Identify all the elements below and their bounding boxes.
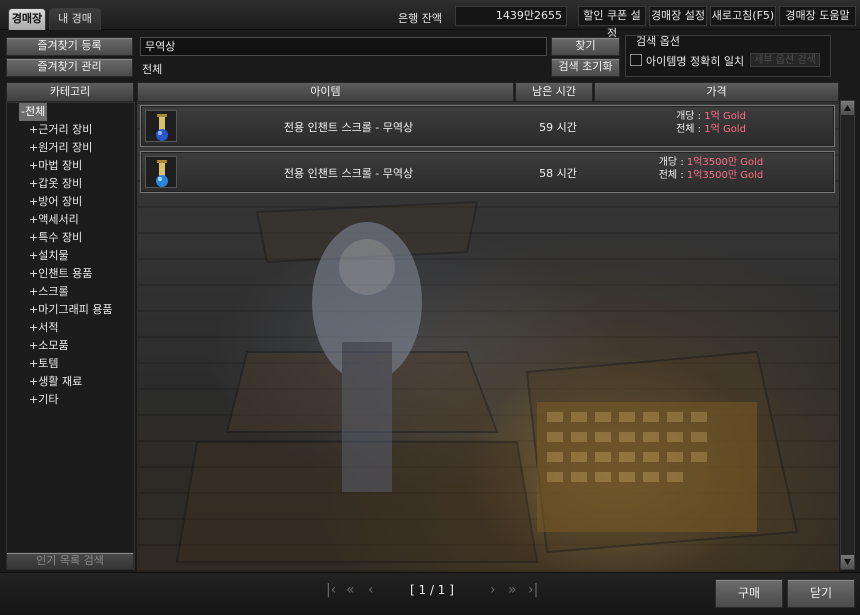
total-price-label: 전체 : — [658, 170, 684, 181]
next-page-icon[interactable]: › — [490, 582, 496, 598]
category-item-book[interactable]: +서적 — [29, 319, 58, 337]
listing-item-name: 전용 인챈트 스크롤 - 무역상 — [283, 167, 414, 180]
page-indicator: [ 1 / 1 ] — [410, 583, 454, 597]
discount-coupon-setting-link[interactable]: 할인 쿠폰 설정 — [578, 6, 646, 40]
listing-time-left: 58 시간 — [539, 167, 577, 180]
category-item-life-material[interactable]: +생활 재료 — [29, 373, 82, 391]
enchant-scroll-icon — [145, 110, 177, 142]
exact-match-label: 아이템명 정확히 일치 — [646, 55, 745, 68]
total-price-value: 1억3500만 Gold — [686, 170, 764, 181]
category-item-special[interactable]: +특수 장비 — [29, 229, 82, 247]
listing-scrollbar[interactable] — [840, 100, 855, 570]
detail-option-search-button[interactable]: 세부 옵션 검색 — [750, 53, 820, 67]
category-item-enchant[interactable]: +인챈트 용품 — [29, 265, 92, 283]
category-item-installation[interactable]: +설치물 — [29, 247, 69, 265]
buy-button[interactable]: 구매 — [715, 579, 783, 608]
popular-item-search-button[interactable]: 인기 목록 검색 — [6, 552, 134, 570]
prev-ten-pages-icon[interactable]: « — [346, 582, 355, 598]
search-input[interactable]: 무역상 — [140, 37, 547, 56]
unit-price-value: 1억3500만 Gold — [686, 157, 764, 168]
listing-row[interactable]: 전용 인챈트 스크롤 - 무역상 59 시간 개당 : 1억 Gold 전체 :… — [140, 105, 835, 147]
title-bar: 경매장 내 경매 은행 잔액 1439만2655 할인 쿠폰 설정 경매장 설정… — [0, 0, 860, 40]
auction-help-link[interactable]: 경매장 도움말 — [779, 6, 856, 26]
category-header: 카테고리 — [6, 82, 134, 102]
category-item-melee[interactable]: +근거리 장비 — [29, 121, 92, 139]
category-item-all[interactable]: -전체 — [19, 103, 48, 121]
category-item-totem[interactable]: +토템 — [29, 355, 58, 373]
register-favorite-button[interactable]: 즐겨찾기 등록 — [6, 37, 133, 56]
refresh-link[interactable]: 새로고침(F5) — [710, 6, 776, 26]
search-category-label: 전체 — [142, 63, 163, 76]
last-page-icon[interactable]: ›| — [528, 582, 538, 598]
search-options-panel: 검색 옵션 아이템명 정확히 일치 세부 옵션 검색 — [625, 35, 831, 77]
listing-item-name: 전용 인챈트 스크롤 - 무역상 — [283, 121, 414, 134]
bank-balance-label: 은행 잔액 — [398, 12, 442, 25]
category-item-etc[interactable]: +기타 — [29, 391, 58, 409]
category-item-ranged[interactable]: +원거리 장비 — [29, 139, 92, 157]
next-ten-pages-icon[interactable]: » — [508, 582, 517, 598]
tab-my-auctions[interactable]: 내 경매 — [49, 8, 101, 30]
listing-price: 개당 : 1억 Gold 전체 : 1억 Gold — [596, 110, 826, 136]
close-button[interactable]: 닫기 — [787, 579, 855, 608]
total-price-value: 1억 Gold — [704, 124, 746, 135]
listing-row[interactable]: 전용 인챈트 스크롤 - 무역상 58 시간 개당 : 1억3500만 Gold… — [140, 151, 835, 193]
listing-time-left: 59 시간 — [539, 121, 577, 134]
unit-price-value: 1억 Gold — [704, 111, 746, 122]
column-header-price[interactable]: 가격 — [594, 82, 839, 102]
category-tree: -전체 +근거리 장비 +원거리 장비 +마법 장비 +갑옷 장비 +방어 장비… — [6, 102, 135, 570]
scroll-up-icon[interactable] — [841, 101, 854, 115]
reset-search-button[interactable]: 검색 초기화 — [551, 58, 620, 77]
total-price-label: 전체 : — [676, 124, 702, 135]
manage-favorite-button[interactable]: 즐겨찾기 관리 — [6, 58, 133, 77]
search-options-title: 검색 옵션 — [636, 35, 680, 48]
listing-price: 개당 : 1억3500만 Gold 전체 : 1억3500만 Gold — [596, 156, 826, 182]
auction-settings-link[interactable]: 경매장 설정 — [649, 6, 707, 26]
prev-page-icon[interactable]: ‹ — [368, 582, 374, 598]
category-item-armor[interactable]: +갑옷 장비 — [29, 175, 82, 193]
enchant-scroll-icon — [145, 156, 177, 188]
category-item-magic[interactable]: +마법 장비 — [29, 157, 82, 175]
column-header-time-left[interactable]: 남은 시간 — [515, 82, 593, 102]
unit-price-label: 개당 : — [658, 157, 684, 168]
category-item-scroll[interactable]: +스크롤 — [29, 283, 69, 301]
find-button[interactable]: 찾기 — [551, 37, 620, 56]
category-item-magigraphy[interactable]: +마기그래피 용품 — [29, 301, 113, 319]
category-item-defense[interactable]: +방어 장비 — [29, 193, 82, 211]
column-header-item[interactable]: 아이템 — [137, 82, 514, 102]
category-item-accessory[interactable]: +액세서리 — [29, 211, 79, 229]
category-item-consumable[interactable]: +소모품 — [29, 337, 69, 355]
first-page-icon[interactable]: |‹ — [326, 582, 336, 598]
scroll-down-icon[interactable] — [841, 555, 854, 569]
unit-price-label: 개당 : — [676, 111, 702, 122]
bank-balance-value: 1439만2655 — [455, 6, 567, 26]
exact-match-checkbox[interactable] — [630, 54, 642, 66]
tab-auction-house[interactable]: 경매장 — [8, 8, 46, 30]
